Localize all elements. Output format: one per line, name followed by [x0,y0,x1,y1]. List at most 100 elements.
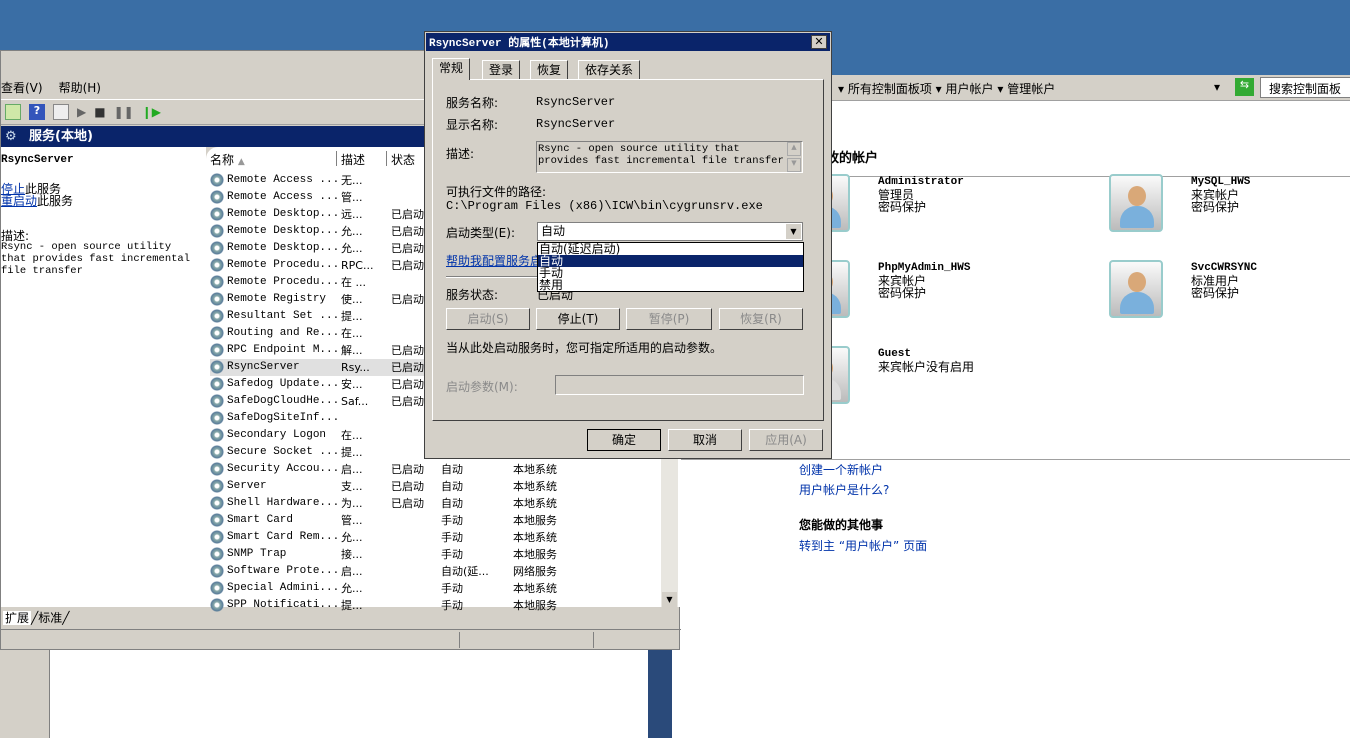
startup-type-select[interactable]: 自动 ▼ [537,222,803,241]
option-auto[interactable]: 自动 [538,255,803,267]
account-tile[interactable]: MySQL_HWS 来宾帐户 密码保护 [1109,174,1350,244]
startup-type-options[interactable]: 自动(延迟启动) 自动 手动 禁用 [537,242,804,292]
crumb-all-items[interactable]: 所有控制面板项 [848,82,932,96]
gear-icon [210,428,224,442]
help-configure-link[interactable]: 帮助我配置服务启 [446,252,542,269]
gear-icon [210,309,224,323]
search-input[interactable]: 搜索控制面板 [1260,77,1350,98]
table-row[interactable]: Smart Card Rem... 允... 手动 本地系统 [210,529,660,546]
close-icon[interactable]: ✕ [811,35,827,49]
restart-service-link[interactable]: 重启动 [1,194,37,208]
gear-icon [210,513,224,527]
table-row[interactable]: Software Prote... 启... 自动(延... 网络服务 [210,563,660,580]
service-name: RPC Endpoint M... [227,344,340,356]
path-label: 可执行文件的路径: [446,185,547,199]
table-row[interactable]: Server 支... 已启动 自动 本地系统 [210,478,660,495]
pause-button[interactable]: 暂停(P) [626,308,712,330]
table-row[interactable]: SNMP Trap 接... 手动 本地服务 [210,546,660,563]
history-dropdown-icon[interactable]: ▾ [1214,80,1220,94]
column-status[interactable]: 状态 [389,151,429,167]
tab-dependencies[interactable]: 依存关系 [578,60,641,80]
help-icon[interactable]: ? [29,104,45,120]
window-border [648,648,672,738]
what-is-account-link[interactable]: 用户帐户是什么? [799,481,889,498]
account-detail: 来宾帐户没有启用 [878,360,975,374]
service-status: 已启动 [391,378,424,391]
chevron-down-icon[interactable]: ▼ [786,224,801,239]
menu-help[interactable]: 帮助(H) [59,79,101,96]
service-description: Saf... [341,395,369,408]
gear-icon [210,343,224,357]
service-description: 安... [341,378,363,391]
service-name: Remote Access ... [227,174,340,186]
gear-icon [210,479,224,493]
details-pane: RsyncServer 停止此服务 重启动此服务 描述: Rsync - ope… [1,147,206,607]
service-description: 解... [341,344,363,357]
account-tile[interactable]: Guest 来宾帐户没有启用 [796,346,1096,416]
pause-icon[interactable]: ❚❚ [114,105,134,119]
table-row[interactable]: Shell Hardware... 为... 已启动 自动 本地系统 [210,495,660,512]
service-description: 在... [341,429,363,442]
breadcrumb[interactable]: ▾ 所有控制面板项 ▾ 用户帐户 ▾ 管理帐户 [838,80,1055,97]
apply-button[interactable]: 应用(A) [749,429,823,451]
service-startup-type: 手动 [441,531,463,544]
scroll-up-icon[interactable]: ▲ [787,142,801,156]
service-name-value: RsyncServer [536,95,616,109]
tab-logon[interactable]: 登录 [482,60,521,80]
service-name: Remote Registry [227,293,327,305]
resume-button[interactable]: 恢复(R) [719,308,803,330]
user-avatar-icon [1109,174,1163,232]
account-tile[interactable]: SvcCWRSYNC 标准用户 密码保护 [1109,260,1350,330]
gear-icon [210,394,224,408]
gear-icon [210,190,224,204]
start-params-hint: 当从此处启动服务时，您可指定所适用的启动参数。 [446,341,723,355]
table-row[interactable]: Special Admini... 允... 手动 本地系统 [210,580,660,597]
table-row[interactable]: Security Accou... 启... 已启动 自动 本地系统 [210,461,660,478]
service-name: Routing and Re... [227,327,340,339]
start-icon[interactable]: ▶ [77,105,86,119]
service-description: Rsy... [341,361,370,374]
service-status: 已启动 [391,361,424,374]
table-row[interactable]: Smart Card 管... 手动 本地服务 [210,512,660,529]
console-icon[interactable] [53,104,69,120]
service-logon: 本地系统 [513,582,557,595]
menu-view[interactable]: 查看(V) [1,79,43,96]
description-box[interactable]: Rsync - open source utility that provide… [536,141,803,173]
scroll-down-icon[interactable]: ▼ [662,592,677,607]
cancel-button[interactable]: 取消 [668,429,742,451]
account-tile[interactable]: Administrator 管理员 密码保护 [796,174,1096,244]
stop-button[interactable]: 停止(T) [536,308,620,330]
service-logon: 网络服务 [513,565,557,578]
scroll-down-icon[interactable]: ▼ [787,158,801,172]
selected-service-name: RsyncServer [1,154,74,166]
tab-recovery[interactable]: 恢复 [530,60,569,80]
account-tile[interactable]: PhpMyAdmin_HWS 来宾帐户 密码保护 [796,260,1096,330]
service-name-label: 服务名称: [446,96,499,110]
option-auto-delayed[interactable]: 自动(延迟启动) [538,243,803,255]
gear-icon [210,241,224,255]
service-name: Smart Card [227,514,294,526]
gear-icon [210,275,224,289]
tab-general[interactable]: 常规 [432,58,471,80]
stop-icon[interactable]: ■ [94,105,105,119]
start-button[interactable]: 启动(S) [446,308,530,330]
tab-standard[interactable]: 标准 [38,611,62,625]
gear-icon [210,530,224,544]
gear-icon [210,326,224,340]
option-disabled[interactable]: 禁用 [538,279,803,291]
column-name[interactable]: 名称 ▲ [210,151,337,167]
service-name: Remote Procedu... [227,259,340,271]
export-icon[interactable] [5,104,21,120]
restart-icon[interactable]: ❙▶ [142,105,161,119]
crumb-user-accounts[interactable]: 用户帐户 [946,82,994,96]
ok-button[interactable]: 确定 [587,429,661,451]
column-description[interactable]: 描述 [339,151,387,167]
go-to-user-accounts-link[interactable]: 转到主 “用户帐户” 页面 [799,537,927,554]
user-avatar-icon [1109,260,1163,318]
tab-extended[interactable]: 扩展 [3,611,32,625]
refresh-icon[interactable]: ⇆ [1235,78,1254,96]
start-params-input[interactable] [555,375,804,395]
create-account-link[interactable]: 创建一个新帐户 [799,461,883,478]
option-manual[interactable]: 手动 [538,267,803,279]
gear-icon [210,462,224,476]
